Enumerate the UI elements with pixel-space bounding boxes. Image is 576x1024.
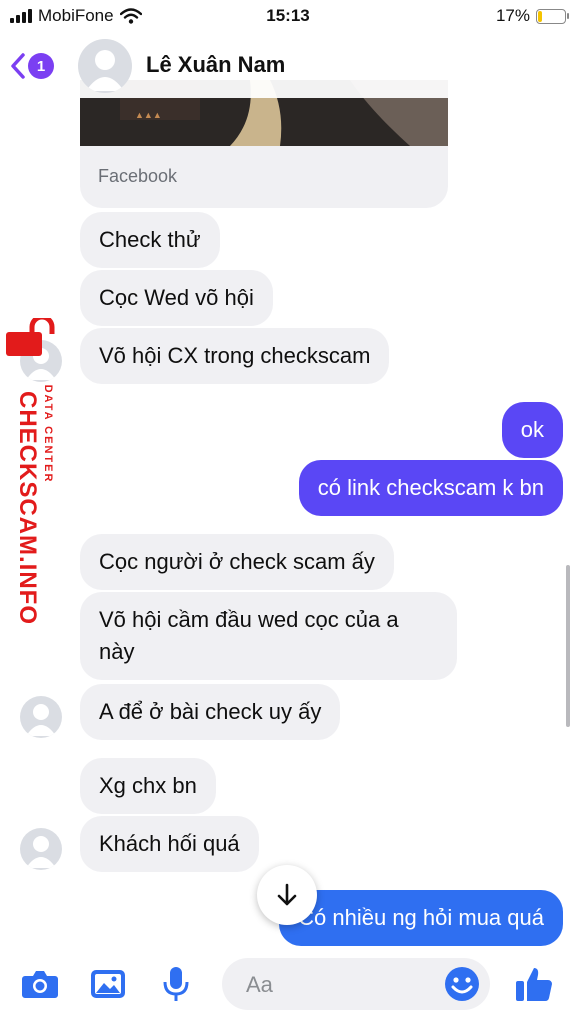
- clock: 15:13: [266, 6, 310, 25]
- camera-button[interactable]: [20, 964, 60, 1004]
- message-incoming[interactable]: Võ hội CX trong checkscam: [80, 328, 390, 384]
- scroll-to-bottom-button[interactable]: [257, 865, 317, 925]
- battery-percent: 17%: [495, 6, 530, 25]
- microphone-icon: [163, 967, 189, 1001]
- contact-avatar[interactable]: [20, 696, 62, 738]
- svg-text:▲▲▲: ▲▲▲: [135, 110, 162, 120]
- message-incoming[interactable]: Khách hối quá: [80, 816, 259, 872]
- photo-button[interactable]: [88, 964, 128, 1004]
- message-incoming[interactable]: Check thử: [80, 212, 220, 268]
- message-incoming[interactable]: Võ hội cầm đầu wed cọc của a này: [80, 592, 457, 680]
- back-button[interactable]: 1: [10, 50, 66, 82]
- scrollbar[interactable]: [566, 565, 570, 727]
- message-incoming[interactable]: A để ở bài check uy ấy: [80, 684, 341, 740]
- message-incoming[interactable]: Cọc Wed võ hội: [80, 270, 273, 326]
- thumbs-up-icon: [516, 968, 552, 1002]
- chat-header: 1 Lê Xuân Nam: [0, 34, 576, 98]
- status-bar: MobiFone 15:13 17%: [0, 0, 576, 34]
- shared-link-footer[interactable]: Facebook: [80, 146, 448, 208]
- composer-bar: [0, 948, 576, 1024]
- photo-icon: [91, 970, 125, 998]
- message-incoming[interactable]: Cọc người ở check scam ấy: [80, 534, 394, 590]
- emoji-icon[interactable]: [444, 966, 480, 1002]
- contact-avatar[interactable]: [20, 828, 62, 870]
- message-outgoing[interactable]: có link checkscam k bn: [298, 460, 563, 516]
- watermark-lock-icon: [6, 318, 55, 356]
- watermark: DATA CENTER CHECKSCAM.INFO: [6, 318, 62, 625]
- message-input[interactable]: [244, 968, 438, 1002]
- camera-icon: [22, 971, 58, 998]
- battery-icon: [536, 8, 569, 24]
- message-incoming[interactable]: Xg chx bn: [80, 758, 216, 814]
- message-field[interactable]: [222, 958, 490, 1010]
- message-outgoing[interactable]: Có nhiều ng hỏi mua quá: [279, 890, 563, 946]
- unread-badge: 1: [28, 53, 54, 79]
- header-avatar[interactable]: [78, 39, 132, 93]
- message-outgoing[interactable]: ok: [501, 402, 563, 458]
- like-button[interactable]: [514, 964, 554, 1004]
- watermark-brand: CHECKSCAM.INFO: [14, 391, 41, 625]
- arrow-down-icon: [277, 883, 297, 906]
- link-source: Facebook: [98, 166, 178, 186]
- contact-name[interactable]: Lê Xuân Nam: [146, 52, 285, 78]
- microphone-button[interactable]: [156, 964, 196, 1004]
- back-chevron-icon: [11, 53, 25, 79]
- watermark-subtitle: DATA CENTER: [42, 384, 54, 484]
